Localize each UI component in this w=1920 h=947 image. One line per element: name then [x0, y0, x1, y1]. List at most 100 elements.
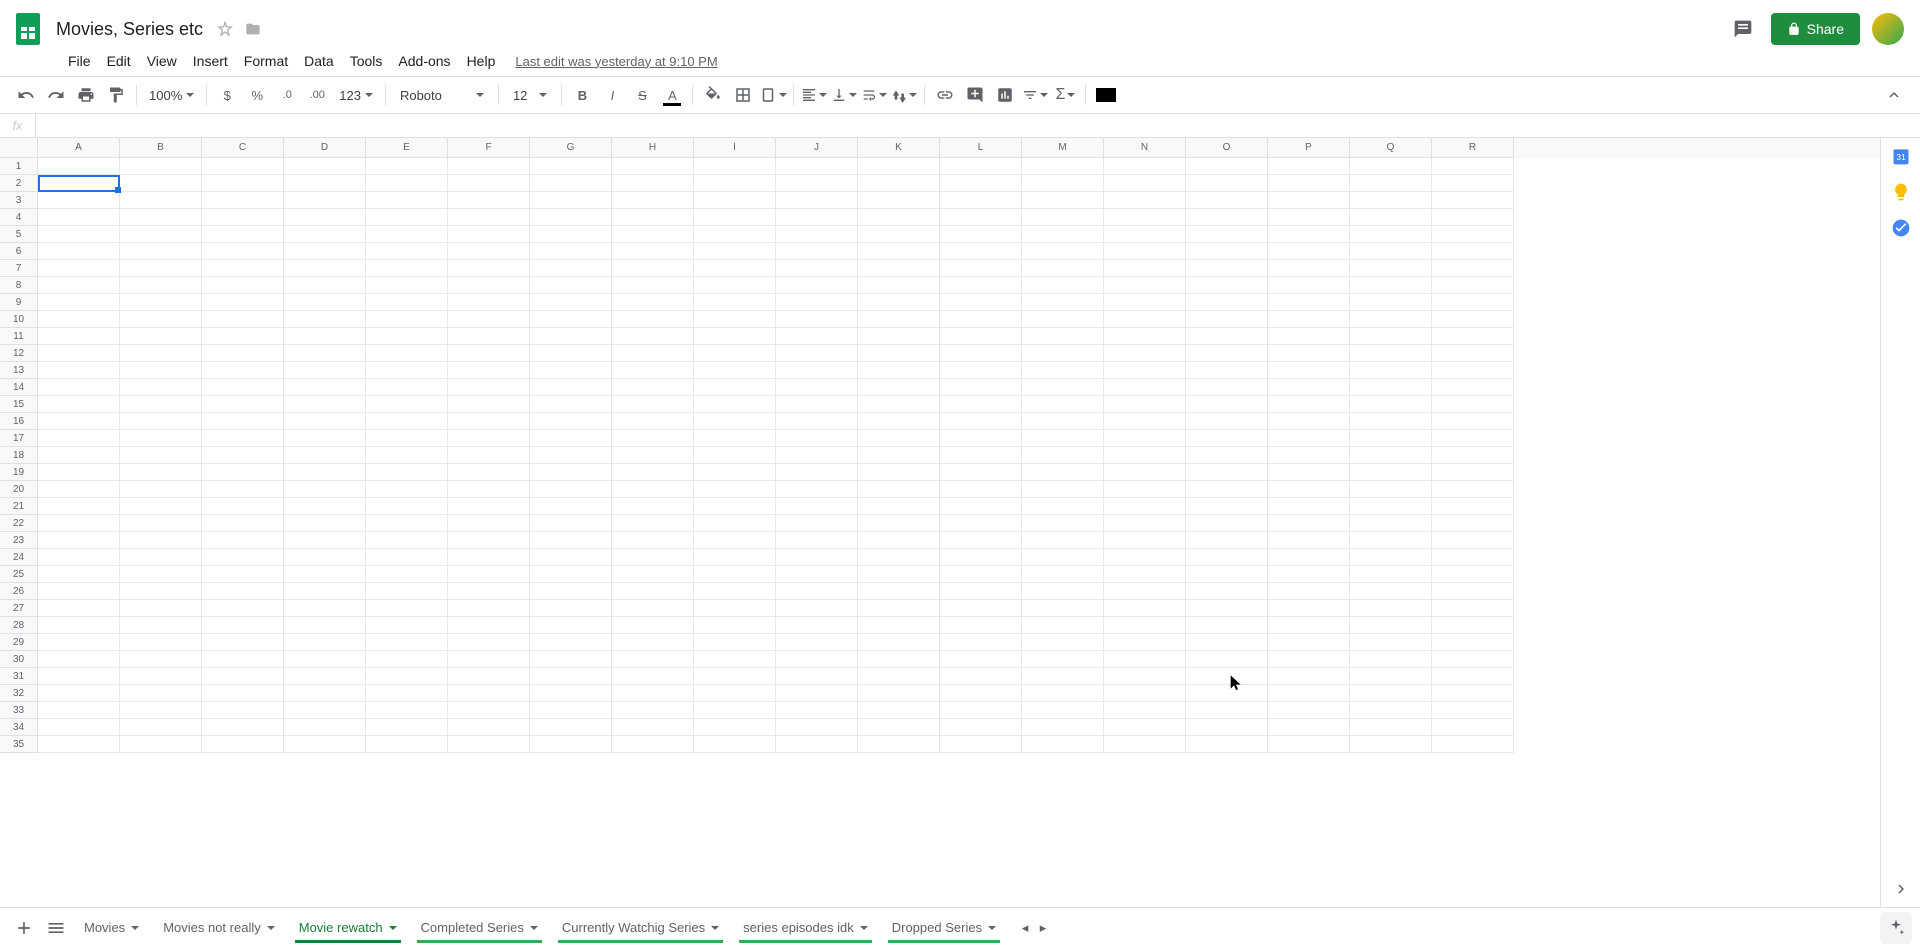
chevron-down-icon[interactable]: [389, 926, 397, 930]
cell-H31[interactable]: [612, 668, 694, 685]
cell-L23[interactable]: [940, 532, 1022, 549]
cell-I23[interactable]: [694, 532, 776, 549]
cell-L28[interactable]: [940, 617, 1022, 634]
cell-N3[interactable]: [1104, 192, 1186, 209]
cell-C8[interactable]: [202, 277, 284, 294]
cell-A19[interactable]: [38, 464, 120, 481]
cell-F5[interactable]: [448, 226, 530, 243]
row-header-8[interactable]: 8: [0, 277, 38, 294]
cell-N24[interactable]: [1104, 549, 1186, 566]
cell-K24[interactable]: [858, 549, 940, 566]
cell-C35[interactable]: [202, 736, 284, 753]
cell-R29[interactable]: [1432, 634, 1514, 651]
cell-F19[interactable]: [448, 464, 530, 481]
cell-B21[interactable]: [120, 498, 202, 515]
cell-R9[interactable]: [1432, 294, 1514, 311]
comments-button[interactable]: [1727, 13, 1759, 45]
col-header-O[interactable]: O: [1186, 138, 1268, 158]
cell-R33[interactable]: [1432, 702, 1514, 719]
cell-K28[interactable]: [858, 617, 940, 634]
cell-R22[interactable]: [1432, 515, 1514, 532]
cell-F22[interactable]: [448, 515, 530, 532]
cell-A14[interactable]: [38, 379, 120, 396]
cell-K7[interactable]: [858, 260, 940, 277]
col-header-K[interactable]: K: [858, 138, 940, 158]
functions-button[interactable]: Σ: [1051, 81, 1079, 109]
cell-L26[interactable]: [940, 583, 1022, 600]
share-button[interactable]: Share: [1771, 13, 1860, 45]
cell-L33[interactable]: [940, 702, 1022, 719]
cell-E7[interactable]: [366, 260, 448, 277]
cell-C4[interactable]: [202, 209, 284, 226]
cell-D10[interactable]: [284, 311, 366, 328]
cell-B8[interactable]: [120, 277, 202, 294]
cell-B4[interactable]: [120, 209, 202, 226]
cell-I3[interactable]: [694, 192, 776, 209]
cell-H10[interactable]: [612, 311, 694, 328]
cell-O20[interactable]: [1186, 481, 1268, 498]
cell-K19[interactable]: [858, 464, 940, 481]
cell-A20[interactable]: [38, 481, 120, 498]
cell-K27[interactable]: [858, 600, 940, 617]
cell-B15[interactable]: [120, 396, 202, 413]
cell-K33[interactable]: [858, 702, 940, 719]
cell-K22[interactable]: [858, 515, 940, 532]
cell-F33[interactable]: [448, 702, 530, 719]
cell-J1[interactable]: [776, 158, 858, 175]
cell-L32[interactable]: [940, 685, 1022, 702]
cell-C34[interactable]: [202, 719, 284, 736]
cell-C17[interactable]: [202, 430, 284, 447]
menu-insert[interactable]: Insert: [185, 49, 236, 73]
cell-J8[interactable]: [776, 277, 858, 294]
cell-I17[interactable]: [694, 430, 776, 447]
cell-R16[interactable]: [1432, 413, 1514, 430]
cell-O16[interactable]: [1186, 413, 1268, 430]
cell-Q25[interactable]: [1350, 566, 1432, 583]
row-header-14[interactable]: 14: [0, 379, 38, 396]
cell-I7[interactable]: [694, 260, 776, 277]
cell-E4[interactable]: [366, 209, 448, 226]
cell-A7[interactable]: [38, 260, 120, 277]
cell-E19[interactable]: [366, 464, 448, 481]
cell-F13[interactable]: [448, 362, 530, 379]
cell-H23[interactable]: [612, 532, 694, 549]
cell-J16[interactable]: [776, 413, 858, 430]
cell-L10[interactable]: [940, 311, 1022, 328]
cell-M14[interactable]: [1022, 379, 1104, 396]
cell-L13[interactable]: [940, 362, 1022, 379]
cell-C29[interactable]: [202, 634, 284, 651]
cell-Q4[interactable]: [1350, 209, 1432, 226]
cell-K1[interactable]: [858, 158, 940, 175]
cell-M7[interactable]: [1022, 260, 1104, 277]
cell-A21[interactable]: [38, 498, 120, 515]
cell-O32[interactable]: [1186, 685, 1268, 702]
menu-edit[interactable]: Edit: [99, 49, 139, 73]
cell-Q24[interactable]: [1350, 549, 1432, 566]
cell-G33[interactable]: [530, 702, 612, 719]
cell-M24[interactable]: [1022, 549, 1104, 566]
cell-B11[interactable]: [120, 328, 202, 345]
cell-E30[interactable]: [366, 651, 448, 668]
cell-D35[interactable]: [284, 736, 366, 753]
cell-N22[interactable]: [1104, 515, 1186, 532]
cell-O17[interactable]: [1186, 430, 1268, 447]
cell-J35[interactable]: [776, 736, 858, 753]
cell-I6[interactable]: [694, 243, 776, 260]
cell-J2[interactable]: [776, 175, 858, 192]
cell-J32[interactable]: [776, 685, 858, 702]
cell-G24[interactable]: [530, 549, 612, 566]
cell-I21[interactable]: [694, 498, 776, 515]
row-header-17[interactable]: 17: [0, 430, 38, 447]
cell-L29[interactable]: [940, 634, 1022, 651]
cell-D33[interactable]: [284, 702, 366, 719]
cell-C5[interactable]: [202, 226, 284, 243]
sheet-tab-1[interactable]: Movies not really: [151, 912, 287, 943]
row-header-18[interactable]: 18: [0, 447, 38, 464]
cell-I4[interactable]: [694, 209, 776, 226]
cell-M20[interactable]: [1022, 481, 1104, 498]
fill-color-button[interactable]: [699, 81, 727, 109]
cell-N16[interactable]: [1104, 413, 1186, 430]
cell-Q6[interactable]: [1350, 243, 1432, 260]
col-header-F[interactable]: F: [448, 138, 530, 158]
cell-G21[interactable]: [530, 498, 612, 515]
